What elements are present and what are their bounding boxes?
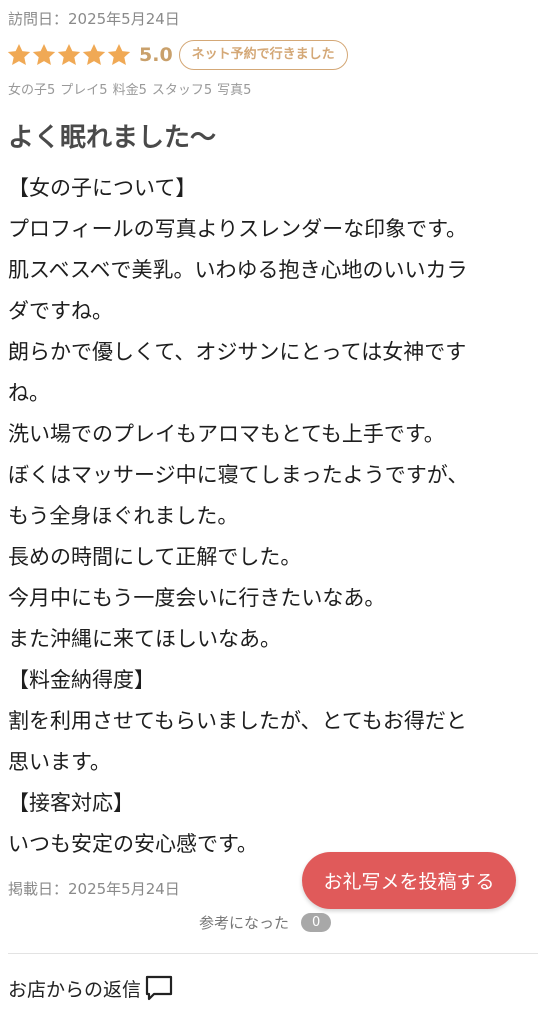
helpful-row[interactable]: 参考になった 0: [199, 912, 332, 933]
star-icon: [32, 43, 56, 65]
sub-score-play: プレイ5: [60, 83, 108, 98]
shop-reply-label: お店からの返信: [8, 978, 142, 1001]
visit-type-badge: ネット予約で行きました: [178, 40, 348, 70]
helpful-count-badge: 0: [301, 913, 332, 932]
star-rating: [6, 42, 131, 68]
review-body-line: もう全身ほぐれました。: [8, 504, 239, 528]
star-icon: [107, 43, 131, 65]
visit-date: 訪問日：2025年5月24日: [8, 10, 180, 28]
review-body-line: また沖縄に来てほしいなあ。: [8, 627, 281, 651]
review-body-line: 割を利用させてもらいましたが、とてもお得だと: [8, 709, 467, 733]
review-body-line: ダですね。: [8, 299, 113, 323]
review-title: よく眠れました〜: [8, 123, 217, 153]
review-body-line: 肌スベスベで美乳。いわゆる抱き心地のいいカラ: [8, 258, 468, 282]
star-icon: [82, 43, 106, 65]
review-body-line: ぼくはマッサージ中に寝てしまったようですが、: [8, 463, 469, 487]
sub-score-girl: 女の子5: [8, 83, 56, 98]
shop-reply-toggle[interactable]: お店からの返信: [8, 972, 175, 1004]
rating-row: 5.0 ネット予約で行きました: [6, 38, 348, 72]
review-body-line: 【女の子について】: [8, 176, 197, 200]
posted-date: 掲載日：2025年5月24日: [8, 880, 180, 898]
helpful-label[interactable]: 参考になった: [199, 912, 289, 933]
sub-scores: 女の子5 プレイ5 料金5 スタッフ5 写真5: [8, 79, 256, 98]
review-body-line: 朗らかで優しくて、オジサンにとっては女神です: [8, 340, 467, 364]
review-body: 【女の子について】 プロフィールの写真よりスレンダーな印象です。 肌スベスベで美…: [8, 168, 538, 865]
star-icon: [57, 43, 81, 65]
review-body-line: 思います。: [8, 750, 111, 774]
speech-bubble-icon: [145, 975, 173, 1001]
star-icon: [7, 43, 31, 65]
sub-score-price: 料金5: [112, 83, 147, 98]
divider: [8, 953, 538, 954]
review-body-line: プロフィールの写真よりスレンダーな印象です。: [8, 217, 468, 241]
sub-score-staff: スタッフ5: [151, 83, 213, 98]
rating-score: 5.0: [139, 44, 173, 66]
review-body-line: 【接客対応】: [8, 791, 134, 815]
review-body-line: 【料金納得度】: [8, 668, 155, 692]
review-body-line: 今月中にもう一度会いに行きたいなあ。: [8, 586, 386, 610]
review-body-line: 洗い場でのプレイもアロマもとても上手です。: [8, 422, 445, 446]
review-body-line: ね。: [8, 381, 50, 405]
sub-score-photo: 写真5: [217, 83, 252, 98]
review-body-line: 長めの時間にして正解でした。: [8, 545, 302, 569]
post-photo-button[interactable]: お礼写メを投稿する: [302, 852, 516, 909]
